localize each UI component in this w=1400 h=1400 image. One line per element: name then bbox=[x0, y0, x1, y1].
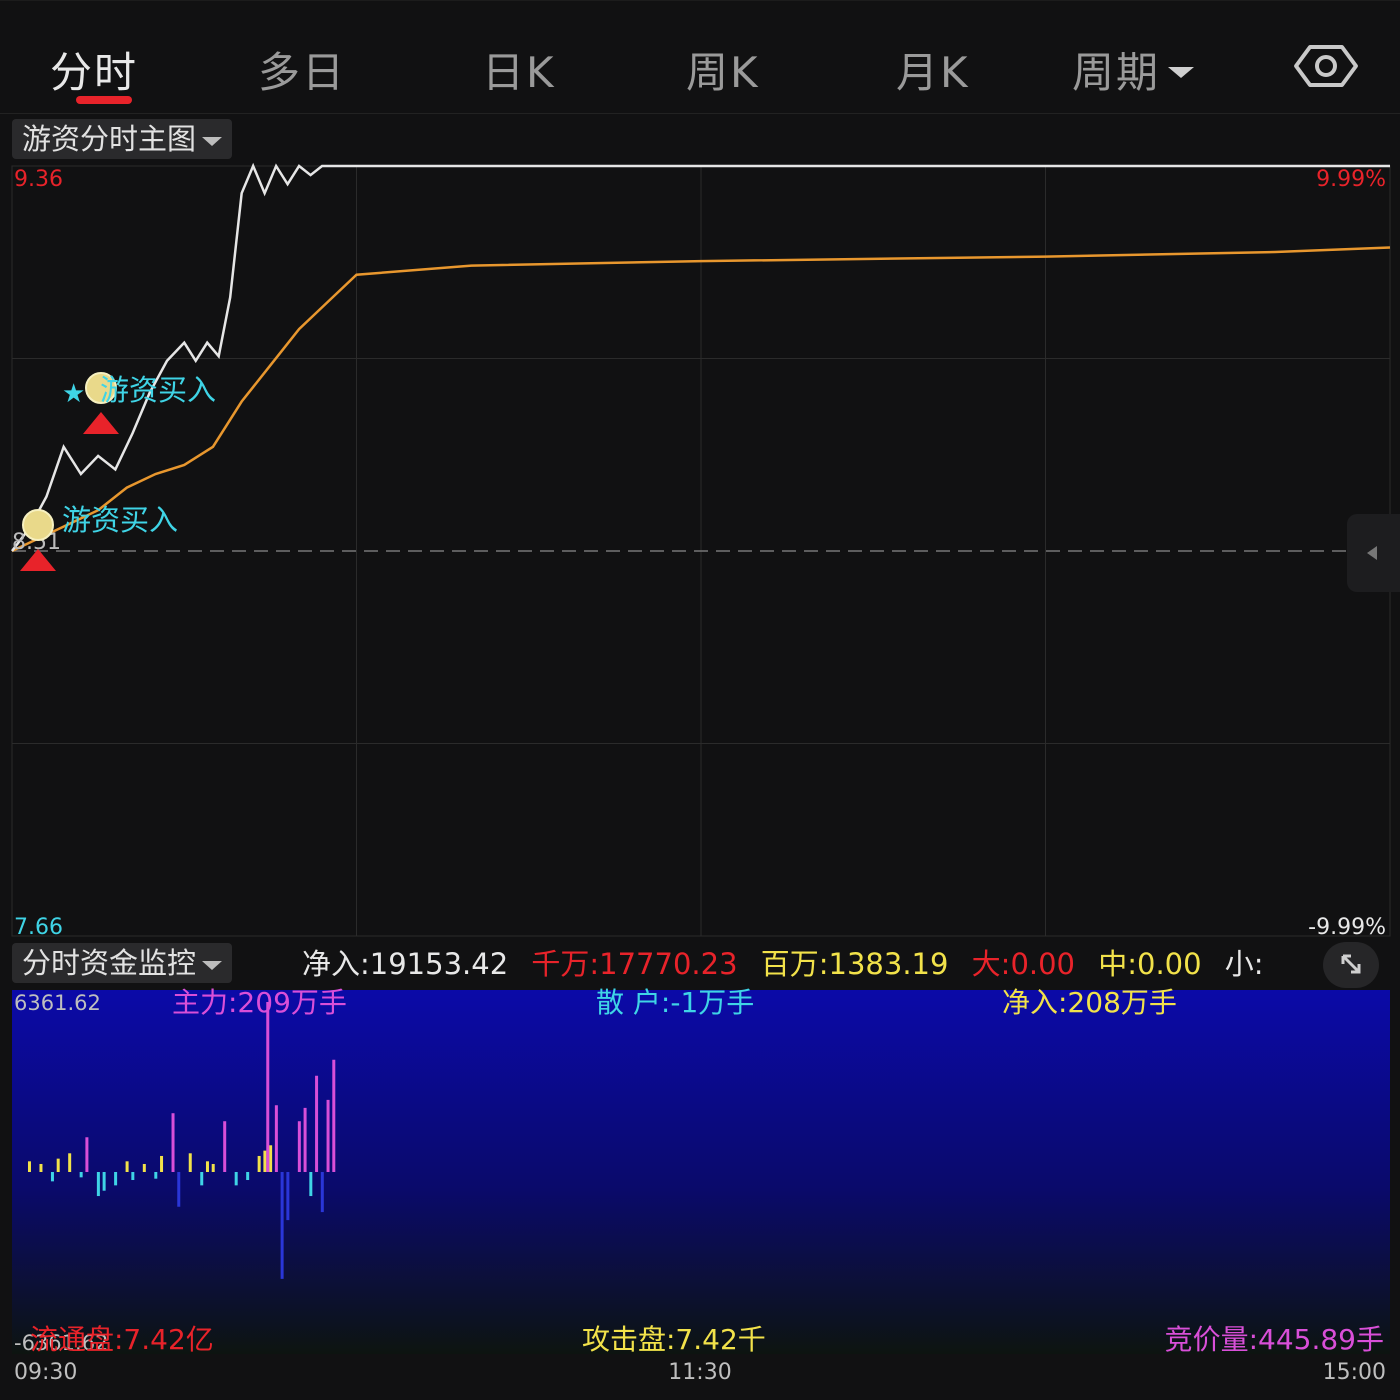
stat-baiwan: 百万:1383.19 bbox=[760, 947, 949, 981]
main-chart-selector[interactable]: 游资分时主图 bbox=[12, 119, 233, 159]
y-axis-top-label: 9.36 bbox=[14, 167, 63, 192]
buy-signal-label: 游资买入 bbox=[62, 503, 178, 537]
chevron-down-icon bbox=[1168, 67, 1195, 78]
tab-period-dropdown[interactable]: 周期 bbox=[1072, 39, 1195, 100]
stat-net-in: 净入:19153.42 bbox=[302, 947, 509, 981]
fund-plot-background bbox=[12, 990, 1390, 1354]
tab-multi-day[interactable]: 多日 bbox=[258, 39, 346, 100]
label-liutongpan: 流通盘:7.42亿 bbox=[30, 1323, 214, 1356]
fund-chart-selector-label: 分时资金监控 bbox=[22, 946, 197, 980]
chevron-down-icon bbox=[202, 960, 223, 970]
label-gongjipan: 攻击盘:7.42千 bbox=[582, 1323, 766, 1356]
active-tab-indicator bbox=[76, 96, 132, 104]
fund-chart: 6361.62 主力:209万手散 户:-1万手 净入:208万手-6361.62流… bbox=[12, 988, 1390, 1385]
fund-chart-selector[interactable]: 分时资金监控 bbox=[12, 943, 233, 983]
chevron-down-icon bbox=[202, 136, 223, 146]
pct-axis-bottom-label: -9.99% bbox=[1308, 915, 1386, 940]
money-bag-icon bbox=[22, 509, 54, 541]
tab-period-label: 周期 bbox=[1072, 48, 1161, 97]
fund-stats-row: 净入:19153.42 千万:17770.23 百万:1383.19 大:0.0… bbox=[302, 944, 1278, 984]
time-axis-label-start: 09:30 bbox=[14, 1360, 77, 1385]
stat-xiao: 小: bbox=[1224, 947, 1264, 981]
price-chart: 9.367.669.99%-9.99%8.51游资买入游资买入★ bbox=[11, 162, 1391, 940]
stat-qianwan: 千万:17770.23 bbox=[531, 947, 738, 981]
tab-daily-k[interactable]: 日K bbox=[482, 39, 556, 100]
expand-icon[interactable] bbox=[1323, 942, 1379, 988]
fund-y-top-label: 6361.62 bbox=[14, 991, 101, 1015]
label-zhuli: 主力:209万手 bbox=[172, 988, 347, 1019]
stat-da: 大:0.00 bbox=[971, 947, 1076, 981]
tab-weekly-k[interactable]: 周K bbox=[686, 39, 760, 100]
main-chart-selector-label: 游资分时主图 bbox=[22, 122, 197, 156]
time-axis-label-mid: 11:30 bbox=[668, 1360, 731, 1385]
pct-axis-top-label: 9.99% bbox=[1316, 167, 1386, 192]
period-tabs: 分时 多日 日K 周K 月K 周期 bbox=[0, 0, 1400, 114]
chevron-left-icon bbox=[1367, 546, 1377, 560]
tab-intraday[interactable]: 分时 bbox=[50, 39, 138, 100]
stat-zhong: 中:0.00 bbox=[1098, 947, 1202, 981]
y-axis-bottom-label: 7.66 bbox=[14, 915, 63, 940]
time-axis-label-end: 15:00 bbox=[1323, 1360, 1386, 1385]
side-panel-handle[interactable] bbox=[1347, 514, 1400, 592]
label-jingru: 净入:208万手 bbox=[1002, 988, 1177, 1019]
label-jingjialiang: 竞价量:445.89手 bbox=[1165, 1323, 1384, 1356]
buy-signal-label: 游资买入 bbox=[100, 373, 216, 407]
eye-icon[interactable] bbox=[1290, 41, 1362, 91]
tab-monthly-k[interactable]: 月K bbox=[896, 39, 970, 100]
star-icon: ★ bbox=[62, 379, 85, 409]
label-sanhu: 散 户:-1万手 bbox=[596, 988, 754, 1019]
